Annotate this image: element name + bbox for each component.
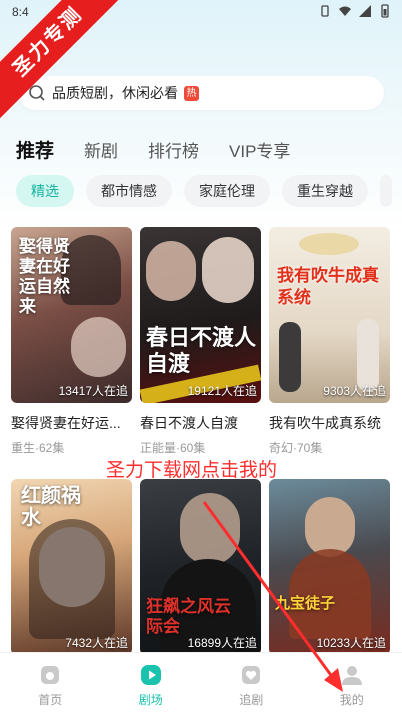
tab-ranking[interactable]: 排行榜 [148,137,199,162]
tab-label: 新剧 [84,141,119,161]
nav-home[interactable]: 首页 [0,653,101,716]
poster-title: 春日不渡人自渡 [146,325,257,376]
poster: 娶得贤妻在好运自然来 13417人在追 [11,227,132,403]
overlay-instruction: 圣力下载网点击我的 [106,460,278,481]
drama-meta: 正能量·60集 [140,441,206,455]
poster: 春日不渡人自渡 19121人在追 [140,227,261,403]
play-icon [140,665,161,685]
nav-theater[interactable]: 剧场 [101,653,202,716]
drama-card[interactable]: 我有吹牛成真系统 9303人在追 我有吹牛成真系统 奇幻·70集 [269,227,390,456]
signal-icon [359,5,371,17]
drama-card[interactable]: 娶得贤妻在好运自然来 13417人在追 娶得贤妻在好运... 重生·62集 [11,227,132,456]
poster-title: 红颜祸水 [21,485,81,529]
poster: 红颜祸水 7432人在追 [11,479,132,655]
genre-chips: 精选 都市情感 家庭伦理 重生穿越 [16,175,392,207]
drama-meta: 奇幻·70集 [269,441,323,455]
battery-icon [381,4,389,18]
tab-label: VIP专享 [229,141,291,161]
chip-rebirth[interactable]: 重生穿越 [282,175,368,207]
view-count: 13417人在追 [58,384,128,398]
drama-title: 春日不渡人自渡 [140,415,238,431]
chip-featured[interactable]: 精选 [16,175,74,207]
tab-new[interactable]: 新剧 [84,137,118,162]
view-count: 7432人在追 [65,636,128,650]
nav-label: 剧场 [138,693,163,707]
hot-badge: 热 [184,85,199,101]
chip-more[interactable] [380,175,392,207]
drama-title: 我有吹牛成真系统 [269,415,381,431]
status-time: 8:4 [12,5,29,19]
wifi-icon [339,6,351,16]
poster-title: 我有吹牛成真系统 [277,266,379,307]
poster: 我有吹牛成真系统 9303人在追 [269,227,390,403]
view-count: 19121人在追 [187,384,257,398]
drama-card[interactable]: 红颜祸水 7432人在追 [11,479,132,655]
status-icons [318,4,392,18]
search-bar[interactable]: 品质短剧，休闲必看 热 [18,76,384,110]
nav-label: 首页 [38,693,63,707]
drama-meta: 重生·62集 [11,441,65,455]
tab-recommend[interactable]: 推荐 [14,129,55,163]
tab-label: 推荐 [16,140,55,162]
tab-vip[interactable]: VIP专享 [229,137,290,162]
drama-card[interactable]: 春日不渡人自渡 19121人在追 春日不渡人自渡 正能量·60集 [140,227,261,456]
tab-label: 排行榜 [148,141,200,161]
pointer-arrow-icon [202,501,343,692]
vibrate-icon [321,5,329,17]
home-icon [41,666,60,684]
category-tabs: 推荐 新剧 排行榜 VIP专享 [14,129,320,164]
drama-title: 娶得贤妻在好运... [11,415,121,431]
chip-family[interactable]: 家庭伦理 [184,175,270,207]
view-count: 9303人在追 [323,384,386,398]
poster-title: 娶得贤妻在好运自然来 [19,237,70,316]
search-placeholder: 品质短剧，休闲必看 [52,85,178,101]
chip-urban-romance[interactable]: 都市情感 [86,175,172,207]
